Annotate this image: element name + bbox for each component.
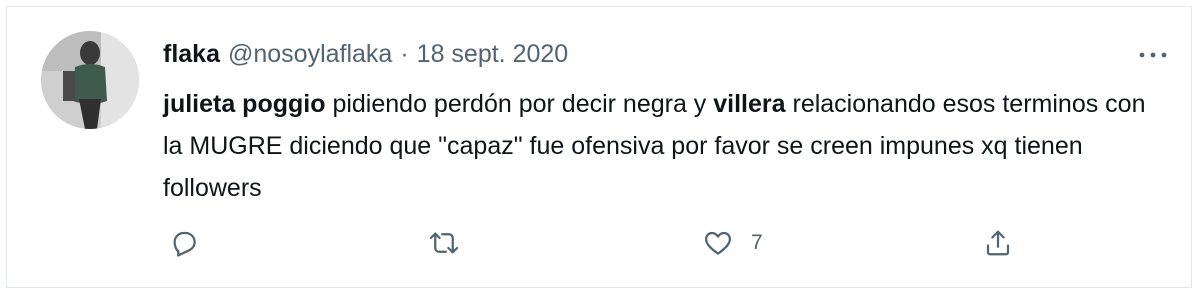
user-handle[interactable]: @nosoylaflaka bbox=[228, 40, 392, 69]
tweet-card[interactable]: flaka @nosoylaflaka · 18 sept. 2020 juli… bbox=[6, 6, 1192, 288]
more-options-icon bbox=[1139, 52, 1167, 58]
avatar-image bbox=[41, 31, 139, 129]
heart-icon bbox=[705, 231, 731, 255]
reply-icon bbox=[173, 231, 196, 257]
retweet-button[interactable] bbox=[429, 223, 459, 263]
more-options-button[interactable] bbox=[1135, 41, 1171, 69]
share-button[interactable] bbox=[983, 223, 1013, 263]
share-icon bbox=[986, 230, 1010, 256]
mention-julieta: julieta poggio bbox=[163, 90, 326, 118]
tweet-text: julieta poggio pidiendo perdón por decir… bbox=[163, 83, 1163, 209]
bold-word-villera: villera bbox=[713, 90, 786, 118]
retweet-icon bbox=[429, 232, 459, 254]
tweet-text-part: pidiendo perdón por decir negra y bbox=[325, 90, 714, 118]
like-count: 7 bbox=[751, 231, 763, 254]
tweet-actions: 7 bbox=[163, 223, 1033, 263]
like-button[interactable]: 7 bbox=[703, 223, 763, 263]
display-name[interactable]: flaka bbox=[163, 40, 220, 69]
separator-dot: · bbox=[400, 39, 409, 68]
reply-button[interactable] bbox=[169, 223, 199, 263]
tweet-date[interactable]: 18 sept. 2020 bbox=[417, 40, 569, 69]
avatar[interactable] bbox=[41, 31, 139, 129]
tweet-header: flaka @nosoylaflaka · 18 sept. 2020 bbox=[163, 37, 568, 71]
